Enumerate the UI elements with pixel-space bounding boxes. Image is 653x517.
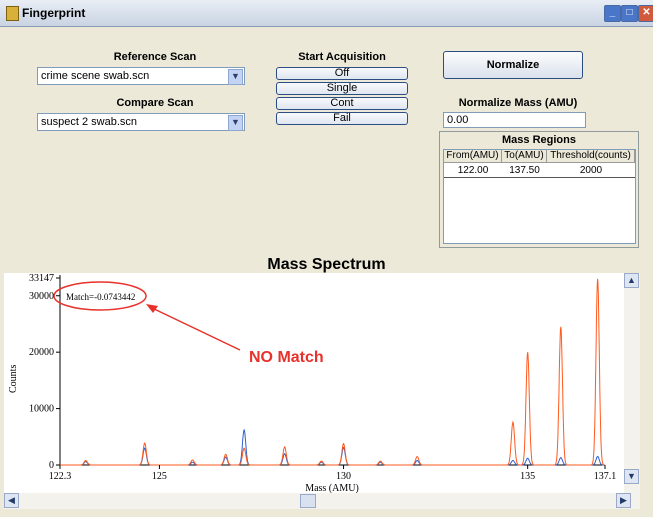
x-axis-label: Mass (AMU) (305, 483, 359, 493)
x-tick-label: 135 (520, 471, 535, 482)
acquisition-fail-button[interactable]: Fail (276, 112, 408, 125)
horizontal-scrollbar[interactable]: ◀ ▶ (4, 493, 640, 509)
x-tick-label: 122.3 (49, 471, 72, 482)
spectrum-series-1 (60, 278, 605, 466)
annotation-arrow (149, 306, 241, 351)
acquisition-off-button[interactable]: Off (276, 67, 408, 80)
mass-regions-panel: Mass Regions From(AMU) To(AMU) Threshold… (439, 131, 639, 248)
y-tick-label: 0 (49, 460, 54, 471)
mass-spectrum-chart: 122.3 125 130 135 137.1 0 10000 20000 30000 33147… (8, 273, 617, 494)
mass-regions-table: From(AMU) To(AMU) Threshold(counts) 122.… (443, 149, 636, 244)
normalize-mass-label: Normalize Mass (AMU) (458, 97, 578, 109)
chevron-down-icon[interactable]: ▼ (228, 115, 243, 131)
y-tick-label: 30000 (29, 291, 54, 302)
reference-scan-select[interactable]: crime scene swab.scn ▼ (37, 67, 245, 85)
title-bar: Fingerprint _ □ ✕ (0, 0, 653, 27)
column-header-from[interactable]: From(AMU) (444, 150, 502, 163)
reference-scan-value: crime scene swab.scn (41, 70, 150, 82)
compare-scan-value: suspect 2 swab.scn (41, 116, 137, 128)
mass-regions-title: Mass Regions (502, 134, 576, 146)
x-tick-label: 130 (336, 471, 351, 482)
compare-scan-label: Compare Scan (116, 97, 194, 109)
acquisition-cont-button[interactable]: Cont (276, 97, 408, 110)
table-cell-threshold[interactable]: 2000 (547, 164, 635, 177)
app-icon (6, 6, 19, 21)
y-axis-label: Counts (8, 365, 19, 393)
window-title: Fingerprint (22, 6, 86, 20)
horizontal-scroll-thumb[interactable] (300, 494, 316, 508)
table-cell-from[interactable]: 122.00 (444, 164, 502, 177)
y-tick-label: 10000 (29, 404, 54, 415)
normalize-button[interactable]: Normalize (443, 51, 583, 79)
minimize-button[interactable]: _ (604, 5, 621, 22)
arrowhead-icon (146, 304, 158, 313)
x-tick-label: 137.1 (594, 471, 617, 482)
chart-title: Mass Spectrum (267, 256, 386, 273)
column-header-to[interactable]: To(AMU) (502, 150, 547, 163)
maximize-button[interactable]: □ (621, 5, 638, 22)
close-button[interactable]: ✕ (638, 5, 653, 22)
start-acquisition-label: Start Acquisition (298, 51, 386, 63)
column-header-threshold[interactable]: Threshold(counts) (547, 150, 635, 163)
mass-spectrum-plot: 122.3 125 130 135 137.1 0 10000 20000 30000 33147… (4, 273, 624, 494)
scroll-down-button[interactable]: ▼ (624, 469, 639, 484)
scroll-up-button[interactable]: ▲ (624, 273, 639, 288)
table-cell-to[interactable]: 137.50 (502, 164, 547, 177)
chevron-down-icon[interactable]: ▼ (228, 69, 243, 85)
scroll-right-button[interactable]: ▶ (616, 493, 631, 508)
y-tick-label: 33147 (29, 273, 54, 284)
no-match-label: NO Match (249, 349, 324, 366)
x-tick-label: 125 (152, 471, 167, 482)
compare-scan-select[interactable]: suspect 2 swab.scn ▼ (37, 113, 245, 131)
match-text: Match=-0.0743442 (66, 292, 135, 302)
y-tick-label: 20000 (29, 347, 54, 358)
reference-scan-label: Reference Scan (113, 51, 197, 63)
acquisition-single-button[interactable]: Single (276, 82, 408, 95)
vertical-scrollbar[interactable]: ▲ ▼ (624, 273, 640, 493)
scroll-left-button[interactable]: ◀ (4, 493, 19, 508)
normalize-mass-input[interactable]: 0.00 (443, 112, 586, 128)
